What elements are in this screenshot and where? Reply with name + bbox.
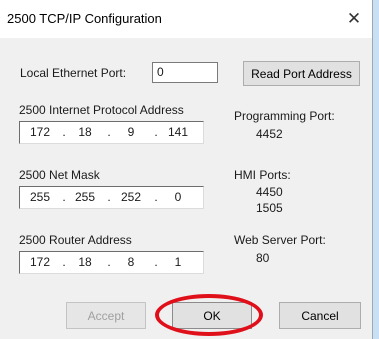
accept-label: Accept: [87, 308, 125, 323]
cancel-label: Cancel: [301, 308, 339, 323]
mask-dot: .: [107, 190, 111, 204]
ip-dot: .: [154, 125, 158, 139]
ok-button[interactable]: OK: [172, 302, 252, 329]
net-mask-input[interactable]: 255 . 255 . 252 . 0: [19, 186, 204, 209]
ip-address-input[interactable]: 172 . 18 . 9 . 141: [19, 121, 204, 144]
programming-port-label: Programming Port:: [234, 109, 335, 123]
ip-dot: .: [62, 125, 66, 139]
mask-octet-1[interactable]: 255: [24, 190, 56, 204]
router-octet-4[interactable]: 1: [162, 255, 194, 269]
ip-octet-1[interactable]: 172: [24, 125, 56, 139]
mask-octet-4[interactable]: 0: [162, 190, 194, 204]
ip-octet-3[interactable]: 9: [115, 125, 147, 139]
net-mask-label: 2500 Net Mask: [19, 168, 100, 182]
close-icon[interactable]: ✕: [340, 6, 368, 32]
read-port-address-button[interactable]: Read Port Address: [243, 61, 360, 86]
router-address-input[interactable]: 172 . 18 . 8 . 1: [19, 251, 204, 274]
hmi-port-1-value: 4450: [256, 185, 283, 199]
router-octet-1[interactable]: 172: [24, 255, 56, 269]
router-octet-2[interactable]: 18: [69, 255, 101, 269]
cancel-button[interactable]: Cancel: [279, 302, 361, 329]
router-dot: .: [154, 255, 158, 269]
mask-octet-2[interactable]: 255: [69, 190, 101, 204]
router-dot: .: [62, 255, 66, 269]
local-port-input[interactable]: 0: [152, 62, 218, 83]
window-title: 2500 TCP/IP Configuration: [7, 11, 162, 26]
local-port-value: 0: [157, 65, 164, 79]
router-dot: .: [107, 255, 111, 269]
ok-label: OK: [203, 308, 221, 323]
title-bar[interactable]: 2500 TCP/IP Configuration ✕: [0, 0, 372, 38]
mask-dot: .: [62, 190, 66, 204]
dialog-window: 2500 TCP/IP Configuration ✕ Local Ethern…: [0, 0, 373, 339]
router-label: 2500 Router Address: [19, 233, 132, 247]
ip-dot: .: [107, 125, 111, 139]
router-octet-3[interactable]: 8: [115, 255, 147, 269]
web-server-port-label: Web Server Port:: [234, 233, 326, 247]
web-server-port-value: 80: [256, 251, 270, 265]
ip-octet-4[interactable]: 141: [162, 125, 194, 139]
hmi-ports-label: HMI Ports:: [234, 168, 291, 182]
programming-port-value: 4452: [256, 127, 283, 141]
mask-dot: .: [154, 190, 158, 204]
ip-octet-2[interactable]: 18: [69, 125, 101, 139]
hmi-port-2-value: 1505: [256, 201, 283, 215]
local-port-label: Local Ethernet Port:: [20, 66, 127, 80]
ip-address-label: 2500 Internet Protocol Address: [19, 103, 184, 117]
mask-octet-3[interactable]: 252: [115, 190, 147, 204]
accept-button[interactable]: Accept: [66, 302, 146, 329]
read-port-address-label: Read Port Address: [251, 66, 352, 81]
